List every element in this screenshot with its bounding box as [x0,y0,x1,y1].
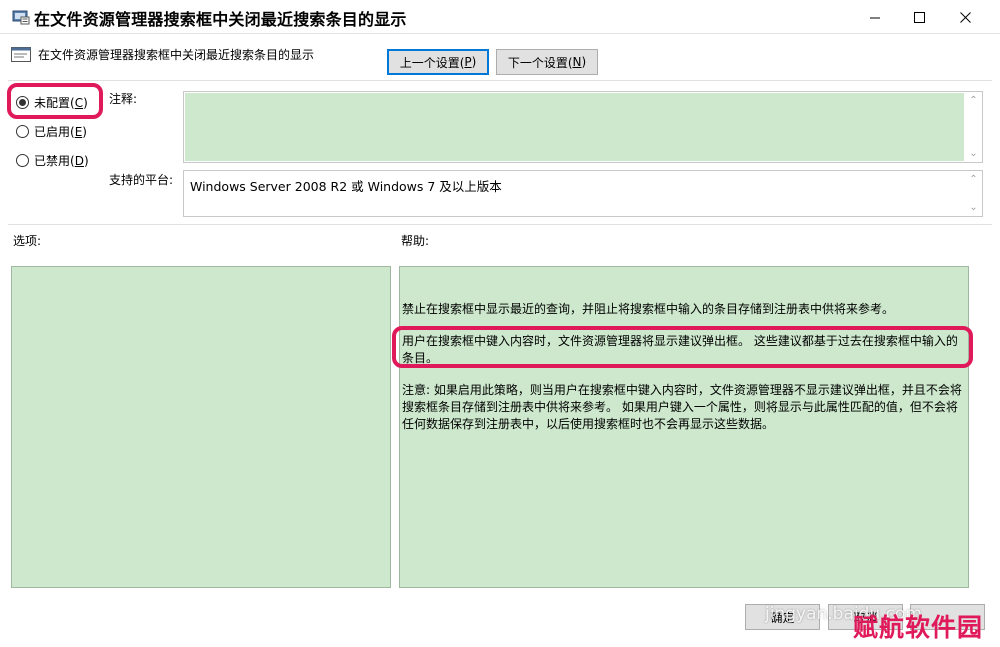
close-icon [959,11,971,23]
previous-setting-button[interactable]: 上一个设置(P) [387,49,489,75]
options-pane [11,266,391,588]
radio-disabled-label: 已禁用( [34,154,75,168]
platform-field: Windows Server 2008 R2 或 Windows 7 及以上版本… [183,170,983,217]
radio-enabled-label: 已启用( [34,125,75,139]
scroll-down-icon[interactable]: ⌄ [969,202,977,213]
section-divider [8,224,992,225]
title-bar: 在文件资源管理器搜索框中关闭最近搜索条目的显示 [0,0,1000,34]
radio-button-icon [16,125,29,138]
header-divider [8,80,992,81]
comment-scrollbar[interactable]: ⌃ ⌄ [965,92,982,162]
radio-disabled-accesskey: D [74,153,84,168]
minimize-button[interactable] [852,0,898,34]
previous-setting-label: 上一个设置( [399,55,465,70]
previous-setting-label-end: ) [471,55,477,69]
radio-enabled-label-end: ) [82,124,87,139]
next-setting-label: 下一个设置( [507,55,573,70]
help-paragraph: 禁止在搜索框中显示最近的查询，并阻止将搜索框中输入的条目存储到注册表中供将来参考… [402,302,895,316]
scroll-down-icon[interactable]: ⌄ [969,148,977,159]
platform-scrollbar[interactable]: ⌃ ⌄ [965,171,982,216]
next-setting-button[interactable]: 下一个设置(N) [496,49,598,75]
annotation-highlight-radio [7,83,103,119]
radio-button-icon [16,154,29,167]
radio-disabled[interactable]: 已禁用(D) [16,152,89,169]
maximize-button[interactable] [896,0,942,34]
platform-value: Windows Server 2008 R2 或 Windows 7 及以上版本 [190,179,502,194]
brand-watermark: 赋航软件园 [853,613,984,642]
options-label: 选项: [13,234,42,248]
platform-label: 支持的平台: [109,173,174,187]
minimize-icon [869,17,880,18]
radio-enabled-accesskey: E [74,124,83,139]
radio-disabled-label-end: ) [83,153,89,168]
dialog-client: 在文件资源管理器搜索框中关闭最近搜索条目的显示 上一个设置(P) 下一个设置(N… [0,34,1000,647]
policy-setting-icon [11,47,31,62]
maximize-icon [913,11,925,23]
scroll-up-icon[interactable]: ⌃ [969,174,977,185]
previous-setting-accesskey: P [464,55,472,69]
window-title: 在文件资源管理器搜索框中关闭最近搜索条目的显示 [34,10,407,29]
help-label: 帮助: [401,234,430,248]
comment-text-area[interactable] [185,93,964,161]
comment-field[interactable]: ⌃ ⌄ [183,91,983,163]
next-setting-accesskey: N [572,55,582,69]
close-button[interactable] [942,0,988,34]
annotation-highlight-help [392,326,973,368]
policy-name: 在文件资源管理器搜索框中关闭最近搜索条目的显示 [38,48,315,62]
scroll-up-icon[interactable]: ⌃ [969,95,977,106]
comment-label: 注释: [109,92,138,106]
radio-enabled[interactable]: 已启用(E) [16,123,87,140]
help-paragraph: 注意: 如果启用此策略，则当用户在搜索框中键入内容时，文件资源管理器不显示建议弹… [402,383,962,431]
next-setting-label-end: ) [581,55,587,69]
policy-settings-icon [12,10,30,25]
